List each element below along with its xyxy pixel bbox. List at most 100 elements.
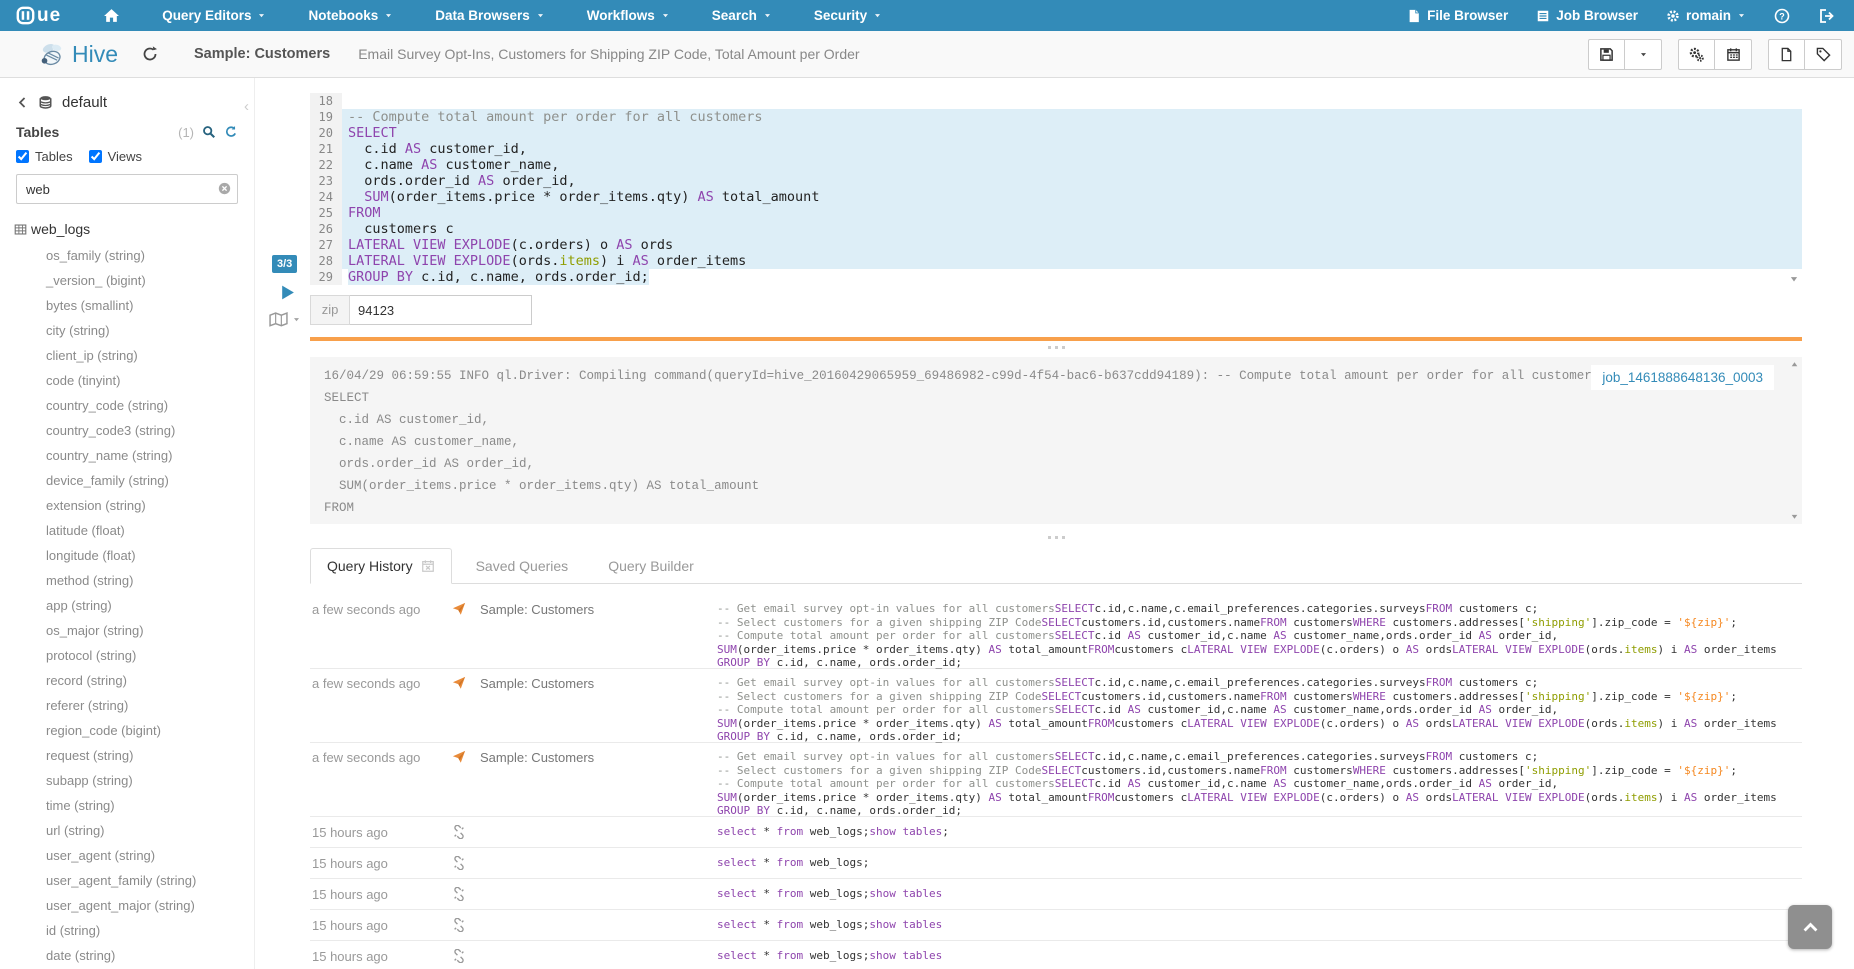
column-item[interactable]: bytes (smallint) bbox=[0, 293, 254, 318]
column-item[interactable]: longitude (float) bbox=[0, 543, 254, 568]
job-link[interactable]: job_1461888648136_0003 bbox=[1602, 370, 1763, 385]
column-item[interactable]: user_agent_major (string) bbox=[0, 893, 254, 918]
history-row[interactable]: 15 hours agoselect * from web_logs;show … bbox=[310, 910, 1802, 941]
column-item[interactable]: country_code3 (string) bbox=[0, 418, 254, 443]
column-item[interactable]: _version_ (bigint) bbox=[0, 268, 254, 293]
column-item[interactable]: device_family (string) bbox=[0, 468, 254, 493]
code-line[interactable]: 23 ords.order_id AS order_id, bbox=[310, 173, 1802, 189]
column-item[interactable]: os_family (string) bbox=[0, 243, 254, 268]
column-item[interactable]: method (string) bbox=[0, 568, 254, 593]
views-checkbox[interactable] bbox=[89, 150, 102, 163]
save-options-button[interactable] bbox=[1625, 39, 1662, 70]
column-item[interactable]: country_code (string) bbox=[0, 393, 254, 418]
column-item[interactable]: latitude (float) bbox=[0, 518, 254, 543]
nav-user-menu[interactable]: romain bbox=[1666, 8, 1746, 23]
history-row[interactable]: a few seconds agoSample: Customers-- Get… bbox=[310, 743, 1802, 817]
column-item[interactable]: extension (string) bbox=[0, 493, 254, 518]
column-item[interactable]: request (string) bbox=[0, 743, 254, 768]
history-row[interactable]: 15 hours agoselect * from web_logs;show … bbox=[310, 817, 1802, 848]
new-query-button[interactable] bbox=[1768, 39, 1805, 70]
tables-filter[interactable]: Tables bbox=[16, 149, 73, 164]
column-item[interactable]: date (string) bbox=[0, 943, 254, 968]
query-history-button[interactable] bbox=[142, 46, 158, 62]
database-name[interactable]: default bbox=[62, 94, 107, 111]
history-row[interactable]: a few seconds agoSample: Customers-- Get… bbox=[310, 595, 1802, 669]
nav-job-browser[interactable]: Job Browser bbox=[1536, 8, 1638, 23]
hue-logo[interactable]: ue bbox=[16, 5, 61, 27]
editor-scroll-down[interactable] bbox=[1789, 274, 1799, 284]
scroll-to-top-button[interactable] bbox=[1788, 905, 1832, 949]
history-sql-snippet[interactable]: -- Get email survey opt-in values for al… bbox=[717, 602, 1802, 670]
column-item[interactable]: city (string) bbox=[0, 318, 254, 343]
history-query-name[interactable]: Sample: Customers bbox=[480, 750, 717, 765]
code-line[interactable]: 19-- Compute total amount per order for … bbox=[310, 109, 1802, 125]
column-item[interactable]: country_name (string) bbox=[0, 443, 254, 468]
code-line[interactable]: 29GROUP BY c.id, c.name, ords.order_id; bbox=[310, 269, 1802, 285]
history-query-name[interactable]: Sample: Customers bbox=[480, 602, 717, 617]
column-item[interactable]: record (string) bbox=[0, 668, 254, 693]
code-line[interactable]: 27LATERAL VIEW EXPLODE(c.orders) o AS or… bbox=[310, 237, 1802, 253]
schedule-button[interactable] bbox=[1715, 39, 1752, 70]
nav-search[interactable]: Search bbox=[712, 8, 772, 23]
execute-button[interactable] bbox=[279, 284, 296, 301]
minimap-button[interactable] bbox=[269, 312, 301, 327]
column-item[interactable]: referer (string) bbox=[0, 693, 254, 718]
code-line[interactable]: 18 bbox=[310, 93, 1802, 109]
back-icon[interactable] bbox=[16, 96, 29, 109]
history-row[interactable]: 15 hours agoselect * from web_logs; bbox=[310, 848, 1802, 879]
history-row[interactable]: 15 hours agoselect * from web_logs;show … bbox=[310, 879, 1802, 910]
nav-file-browser[interactable]: File Browser bbox=[1407, 8, 1508, 23]
nav-help[interactable]: ? bbox=[1774, 8, 1790, 24]
nav-logout[interactable] bbox=[1818, 8, 1834, 24]
tab-query-history[interactable]: Query History bbox=[310, 548, 452, 584]
code-line[interactable]: 25FROM bbox=[310, 205, 1802, 221]
nav-data-browsers[interactable]: Data Browsers bbox=[435, 8, 545, 23]
history-sql-snippet[interactable]: -- Get email survey opt-in values for al… bbox=[717, 676, 1802, 744]
column-item[interactable]: protocol (string) bbox=[0, 643, 254, 668]
variable-input[interactable] bbox=[350, 295, 532, 325]
code-line[interactable]: 22 c.name AS customer_name, bbox=[310, 157, 1802, 173]
column-item[interactable]: user_agent (string) bbox=[0, 843, 254, 868]
column-item[interactable]: id (string) bbox=[0, 918, 254, 943]
code-line[interactable]: 28LATERAL VIEW EXPLODE(ords.items) i AS … bbox=[310, 253, 1802, 269]
code-area[interactable]: 1819-- Compute total amount per order fo… bbox=[310, 93, 1802, 285]
code-line[interactable]: 21 c.id AS customer_id, bbox=[310, 141, 1802, 157]
tab-query-builder[interactable]: Query Builder bbox=[592, 549, 710, 583]
history-sql-snippet[interactable]: select * from web_logs;show tables; bbox=[717, 825, 1802, 839]
history-sql-snippet[interactable]: select * from web_logs; bbox=[717, 856, 1802, 870]
column-item[interactable]: subapp (string) bbox=[0, 768, 254, 793]
calendar-clear-icon[interactable] bbox=[421, 559, 435, 573]
column-item[interactable]: os_major (string) bbox=[0, 618, 254, 643]
history-sql-snippet[interactable]: -- Get email survey opt-in values for al… bbox=[717, 750, 1802, 818]
log-scroll-up[interactable] bbox=[1790, 360, 1799, 369]
save-button[interactable] bbox=[1588, 39, 1625, 70]
code-line[interactable]: 26 customers c bbox=[310, 221, 1802, 237]
log-scroll-down[interactable] bbox=[1790, 512, 1799, 521]
nav-home[interactable] bbox=[103, 7, 120, 24]
code-line[interactable]: 20SELECT bbox=[310, 125, 1802, 141]
history-sql-snippet[interactable]: select * from web_logs;show tables bbox=[717, 918, 1802, 932]
table-item-web-logs[interactable]: web_logs bbox=[14, 221, 254, 237]
history-row[interactable]: 15 hours agoselect * from web_logs;show … bbox=[310, 941, 1802, 969]
history-row[interactable]: a few seconds agoSample: Customers-- Get… bbox=[310, 669, 1802, 743]
panel-collapse-handle[interactable]: ‹ bbox=[244, 98, 249, 115]
column-item[interactable]: app (string) bbox=[0, 593, 254, 618]
column-item[interactable]: code (tinyint) bbox=[0, 368, 254, 393]
nav-workflows[interactable]: Workflows bbox=[587, 8, 670, 23]
column-item[interactable]: time (string) bbox=[0, 793, 254, 818]
resize-grip-top[interactable] bbox=[310, 344, 1802, 354]
nav-notebooks[interactable]: Notebooks bbox=[308, 8, 393, 23]
column-item[interactable]: user_agent_family (string) bbox=[0, 868, 254, 893]
history-sql-snippet[interactable]: select * from web_logs;show tables bbox=[717, 949, 1802, 963]
nav-security[interactable]: Security bbox=[814, 8, 882, 23]
history-query-name[interactable]: Sample: Customers bbox=[480, 676, 717, 691]
table-search-input[interactable] bbox=[16, 174, 238, 204]
clear-search-icon[interactable] bbox=[218, 182, 231, 195]
tab-saved-queries[interactable]: Saved Queries bbox=[460, 549, 585, 583]
history-sql-snippet[interactable]: select * from web_logs;show tables bbox=[717, 887, 1802, 901]
refresh-icon[interactable] bbox=[224, 125, 238, 139]
settings-button[interactable] bbox=[1678, 39, 1715, 70]
tables-checkbox[interactable] bbox=[16, 150, 29, 163]
code-line[interactable]: 24 SUM(order_items.price * order_items.q… bbox=[310, 189, 1802, 205]
column-item[interactable]: url (string) bbox=[0, 818, 254, 843]
